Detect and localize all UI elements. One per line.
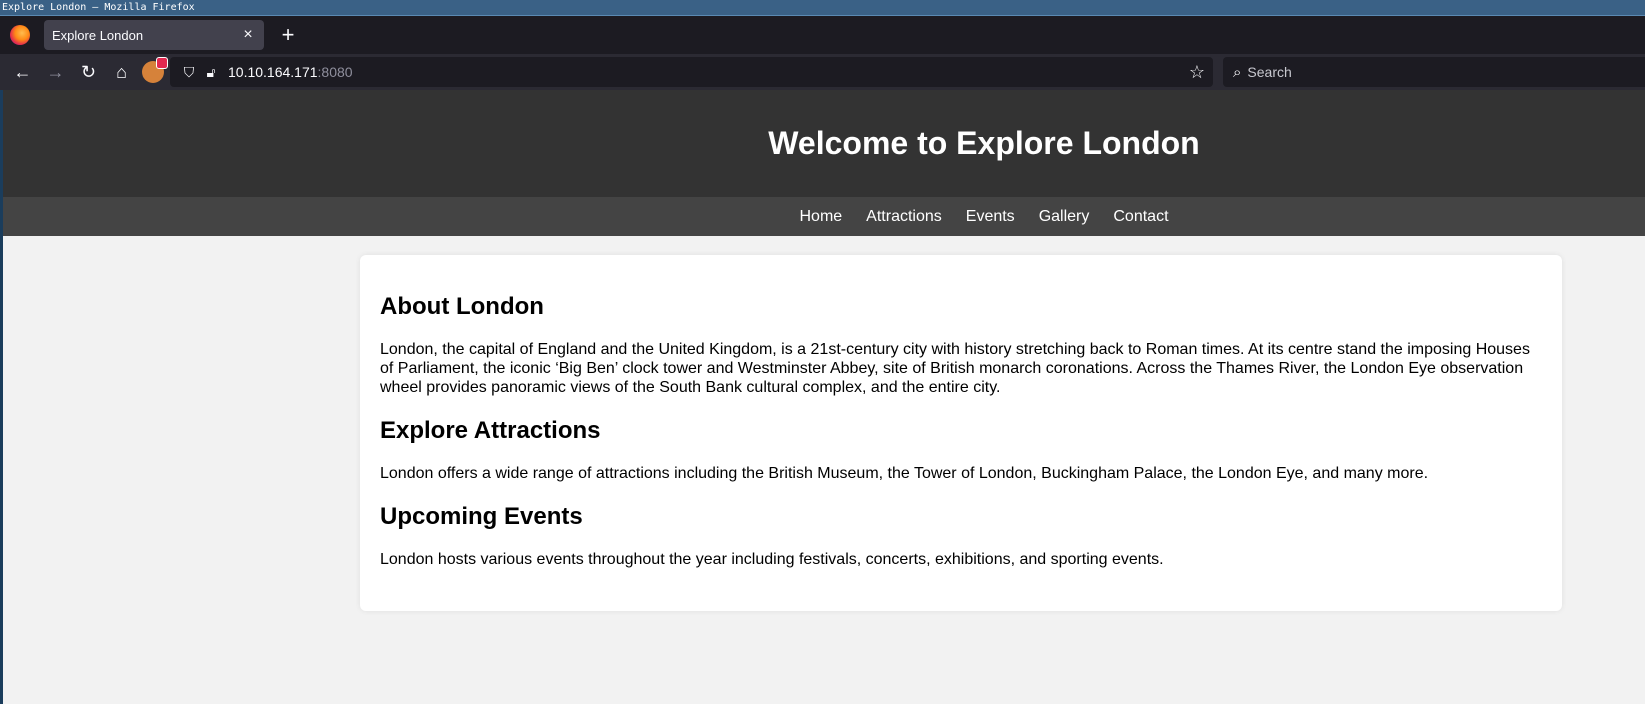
nav-link-gallery[interactable]: Gallery — [1039, 208, 1090, 226]
insecure-lock-icon[interactable]: 🔓︎ — [200, 64, 222, 81]
extension-icon[interactable] — [142, 57, 168, 83]
tab-title: Explore London — [52, 27, 144, 43]
site-header: Welcome to Explore London — [3, 90, 1645, 197]
close-tab-icon[interactable]: × — [240, 27, 256, 43]
bookmark-star-icon[interactable]: ☆ — [1189, 62, 1205, 83]
url-port: :8080 — [317, 64, 353, 80]
new-tab-icon[interactable]: + — [276, 24, 300, 46]
home-icon[interactable]: ⌂ — [105, 57, 138, 87]
nav-link-contact[interactable]: Contact — [1113, 208, 1168, 226]
navigation-toolbar: ← → ↻ ⌂ ⛉ 🔓︎ 10.10.164.171:8080 ☆ ⌕ Sear… — [0, 54, 1645, 90]
blocked-badge-icon — [156, 57, 168, 69]
nav-link-home[interactable]: Home — [799, 208, 842, 226]
browser-tab[interactable]: Explore London × — [44, 20, 264, 50]
nav-link-events[interactable]: Events — [966, 208, 1015, 226]
reload-icon[interactable]: ↻ — [72, 57, 105, 87]
site-nav: Home Attractions Events Gallery Contact — [3, 197, 1645, 236]
nav-link-attractions[interactable]: Attractions — [866, 208, 942, 226]
content-card: About London London, the capital of Engl… — [360, 255, 1562, 611]
section-heading-events: Upcoming Events — [380, 503, 583, 530]
back-arrow-icon[interactable]: ← — [6, 57, 39, 87]
page-title: Welcome to Explore London — [768, 125, 1200, 161]
search-placeholder: Search — [1247, 64, 1292, 80]
shield-icon[interactable]: ⛉ — [178, 64, 200, 81]
forward-arrow-icon[interactable]: → — [39, 57, 72, 87]
tab-bar: Explore London × + — [0, 16, 1645, 54]
section-heading-attractions: Explore Attractions — [380, 417, 601, 444]
section-text-about: London, the capital of England and the U… — [380, 341, 1530, 396]
section-heading-about: About London — [380, 293, 544, 320]
url-host: 10.10.164.171 — [228, 64, 318, 80]
search-bar[interactable]: ⌕ Search — [1223, 57, 1645, 87]
url-bar[interactable]: ⛉ 🔓︎ 10.10.164.171:8080 ☆ — [170, 57, 1213, 87]
page-viewport: Welcome to Explore London Home Attractio… — [0, 90, 1645, 704]
section-text-events: London hosts various events throughout t… — [380, 551, 1164, 568]
window-title: Explore London — Mozilla Firefox — [0, 0, 1645, 16]
search-icon: ⌕ — [1233, 63, 1242, 81]
section-text-attractions: London offers a wide range of attraction… — [380, 465, 1429, 482]
firefox-logo-icon[interactable] — [10, 25, 30, 45]
